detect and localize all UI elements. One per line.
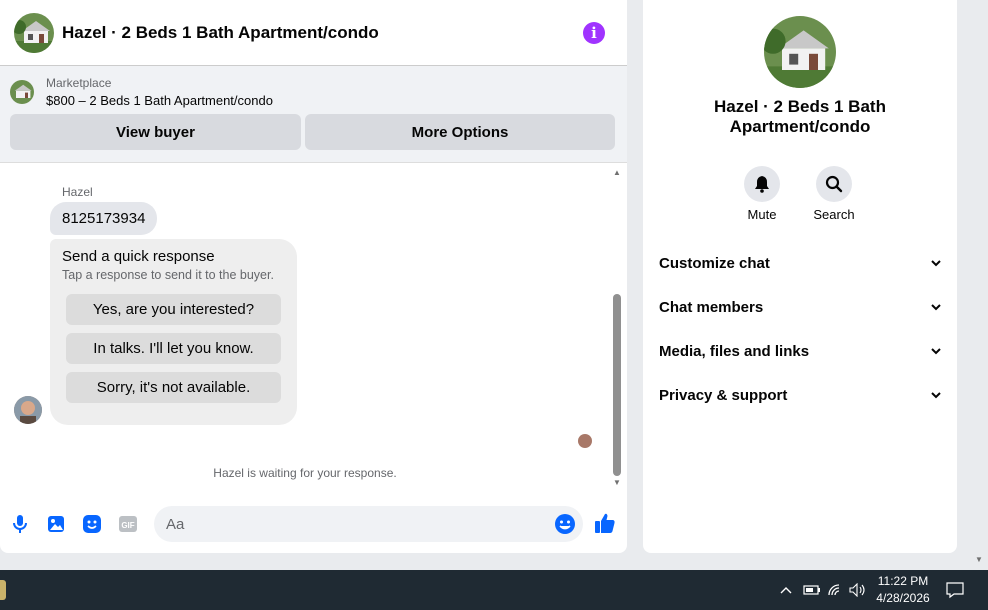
- section-label: Media, files and links: [659, 342, 810, 360]
- section-label: Chat members: [659, 298, 764, 316]
- taskbar: 11:22 PM 4/28/2026: [0, 570, 988, 610]
- privacy-support-section[interactable]: Privacy & support: [659, 383, 941, 407]
- info-icon[interactable]: i: [583, 21, 605, 44]
- customize-chat-section[interactable]: Customize chat: [659, 251, 941, 275]
- quick-response-yes[interactable]: Yes, are you interested?: [66, 294, 281, 325]
- section-label: Customize chat: [659, 254, 770, 272]
- photo-icon[interactable]: [44, 512, 68, 536]
- sender-name: Hazel: [62, 185, 93, 199]
- bell-icon[interactable]: [744, 166, 780, 202]
- message-list: Hazel 8125173934 Send a quick response T…: [0, 164, 627, 490]
- seen-indicator-avatar: [578, 434, 592, 448]
- marketplace-bar: Marketplace $800 – 2 Beds 1 Bath Apartme…: [0, 66, 627, 163]
- search-icon[interactable]: [816, 166, 852, 202]
- message-input[interactable]: [166, 515, 536, 533]
- chevron-down-icon: [931, 304, 941, 311]
- thumbs-up-icon[interactable]: [593, 511, 617, 535]
- details-avatar[interactable]: [764, 16, 836, 88]
- marketplace-label: Marketplace: [46, 76, 112, 90]
- chat-title[interactable]: Hazel · 2 Beds 1 Bath Apartment/condo: [62, 23, 583, 43]
- more-options-button[interactable]: More Options: [305, 114, 615, 150]
- mute-button[interactable]: Mute: [732, 166, 792, 222]
- microphone-icon[interactable]: [8, 512, 32, 536]
- scroll-down-arrow-icon[interactable]: ▼: [613, 478, 621, 487]
- system-clock[interactable]: 11:22 PM 4/28/2026: [870, 573, 936, 607]
- emoji-icon[interactable]: [553, 512, 577, 536]
- mute-label: Mute: [747, 207, 777, 222]
- chat-header: Hazel · 2 Beds 1 Bath Apartment/condo i: [0, 0, 627, 66]
- view-buyer-button[interactable]: View buyer: [10, 114, 301, 150]
- conversation-details-panel: Hazel · 2 Beds 1 Bath Apartment/condo Mu…: [643, 0, 957, 553]
- listing-avatar[interactable]: [14, 12, 54, 53]
- chevron-down-icon: [931, 348, 941, 355]
- section-label: Privacy & support: [659, 386, 788, 404]
- search-label: Search: [813, 207, 855, 222]
- clock-date: 4/28/2026: [876, 591, 930, 605]
- quick-response-not-available[interactable]: Sorry, it's not available.: [66, 372, 281, 403]
- message-input-box[interactable]: [154, 506, 583, 542]
- chevron-up-icon[interactable]: [779, 580, 793, 600]
- chevron-down-icon: [931, 260, 941, 267]
- sender-avatar[interactable]: [14, 396, 42, 424]
- pinned-app-icon[interactable]: [0, 580, 6, 600]
- composer: GIF: [0, 504, 627, 544]
- page-scroll-down-arrow-icon[interactable]: ▼: [975, 555, 983, 564]
- svg-text:GIF: GIF: [121, 521, 134, 530]
- quick-response-card: Send a quick response Tap a response to …: [50, 239, 297, 425]
- volume-icon[interactable]: [849, 580, 867, 600]
- scroll-up-arrow-icon[interactable]: ▲: [613, 168, 621, 177]
- chevron-down-icon: [931, 392, 941, 399]
- wifi-icon[interactable]: [827, 580, 843, 600]
- search-button[interactable]: Search: [804, 166, 864, 222]
- quick-response-subtitle: Tap a response to send it to the buyer.: [62, 268, 274, 282]
- quick-response-title: Send a quick response: [62, 248, 215, 265]
- scrollbar-thumb[interactable]: [613, 294, 621, 476]
- chat-members-section[interactable]: Chat members: [659, 295, 941, 319]
- gif-icon[interactable]: GIF: [116, 512, 140, 536]
- message-bubble[interactable]: 8125173934: [50, 202, 158, 235]
- battery-icon[interactable]: [803, 580, 821, 600]
- listing-summary[interactable]: $800 – 2 Beds 1 Bath Apartment/condo: [46, 93, 273, 108]
- details-title: Hazel · 2 Beds 1 Bath Apartment/condo: [714, 97, 886, 136]
- quick-response-in-talks[interactable]: In talks. I'll let you know.: [66, 333, 281, 364]
- listing-thumbnail[interactable]: [10, 80, 34, 104]
- media-files-links-section[interactable]: Media, files and links: [659, 339, 941, 363]
- waiting-status: Hazel is waiting for your response.: [213, 466, 397, 480]
- sticker-icon[interactable]: [80, 512, 104, 536]
- message-scrollbar[interactable]: ▲ ▼: [611, 164, 623, 490]
- clock-time: 11:22 PM: [877, 574, 929, 588]
- notification-icon[interactable]: [946, 580, 964, 600]
- chat-panel: Hazel · 2 Beds 1 Bath Apartment/condo i …: [0, 0, 627, 553]
